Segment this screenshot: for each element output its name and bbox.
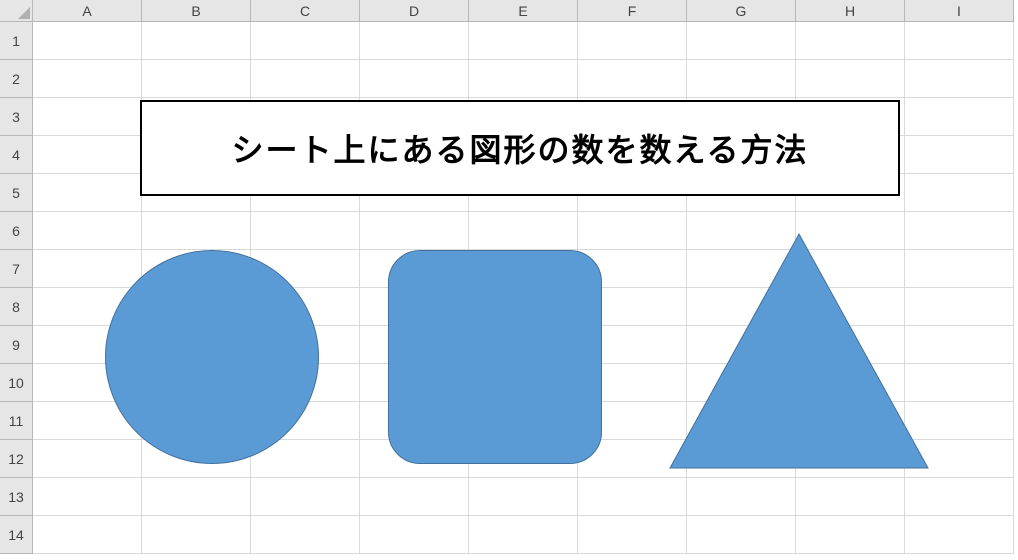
cell[interactable] [33,440,142,478]
cell[interactable] [142,22,251,60]
cell[interactable] [905,174,1014,212]
col-header-D[interactable]: D [360,0,469,22]
cell[interactable] [578,60,687,98]
row-header-1[interactable]: 1 [0,22,33,60]
cell[interactable] [469,212,578,250]
cell[interactable] [33,174,142,212]
cell[interactable] [33,478,142,516]
col-header-A[interactable]: A [33,0,142,22]
table-row [33,478,1018,516]
cell[interactable] [360,60,469,98]
col-header-E[interactable]: E [469,0,578,22]
cell[interactable] [33,212,142,250]
cell[interactable] [905,136,1014,174]
cell[interactable] [687,516,796,554]
cell[interactable] [796,516,905,554]
row-header-4[interactable]: 4 [0,136,33,174]
cell[interactable] [142,516,251,554]
cell[interactable] [33,22,142,60]
cell[interactable] [251,516,360,554]
row-headers: 1 2 3 4 5 6 7 8 9 10 11 12 13 14 [0,22,33,560]
shape-circle[interactable] [105,250,319,464]
row-header-8[interactable]: 8 [0,288,33,326]
row-header-13[interactable]: 13 [0,478,33,516]
cell[interactable] [469,60,578,98]
row-header-2[interactable]: 2 [0,60,33,98]
cell[interactable] [360,478,469,516]
cell[interactable] [687,22,796,60]
cell[interactable] [33,250,142,288]
cell[interactable] [251,212,360,250]
cell[interactable] [469,478,578,516]
cell[interactable] [905,60,1014,98]
cell[interactable] [469,22,578,60]
row-header-14[interactable]: 14 [0,516,33,554]
table-row [33,60,1018,98]
cell[interactable] [142,478,251,516]
cell[interactable] [360,212,469,250]
cell[interactable] [469,516,578,554]
table-row [33,516,1018,554]
cell[interactable] [360,22,469,60]
shape-rounded-rectangle[interactable] [388,250,602,464]
cell[interactable] [578,516,687,554]
triangle-icon [668,232,930,470]
row-header-12[interactable]: 12 [0,440,33,478]
col-header-F[interactable]: F [578,0,687,22]
cell[interactable] [251,478,360,516]
col-header-I[interactable]: I [905,0,1014,22]
row-header-7[interactable]: 7 [0,250,33,288]
cell[interactable] [33,516,142,554]
row-header-9[interactable]: 9 [0,326,33,364]
cell[interactable] [142,212,251,250]
cell[interactable] [796,478,905,516]
cell[interactable] [360,516,469,554]
shape-triangle[interactable] [668,232,930,470]
cell[interactable] [33,136,142,174]
row-header-3[interactable]: 3 [0,98,33,136]
cell[interactable] [33,98,142,136]
cell[interactable] [905,478,1014,516]
table-row [33,22,1018,60]
select-all-corner[interactable] [0,0,33,22]
row-header-6[interactable]: 6 [0,212,33,250]
col-header-H[interactable]: H [796,0,905,22]
cell[interactable] [687,60,796,98]
column-headers: A B C D E F G H I [33,0,1018,22]
cell[interactable] [796,60,905,98]
cell[interactable] [578,22,687,60]
cell[interactable] [905,22,1014,60]
cell[interactable] [578,478,687,516]
cell[interactable] [687,478,796,516]
title-text-box[interactable]: シート上にある図形の数を数える方法 [140,100,900,196]
cell[interactable] [142,60,251,98]
col-header-C[interactable]: C [251,0,360,22]
row-header-5[interactable]: 5 [0,174,33,212]
cell[interactable] [33,60,142,98]
cell[interactable] [251,60,360,98]
col-header-B[interactable]: B [142,0,251,22]
row-header-11[interactable]: 11 [0,402,33,440]
cell[interactable] [796,22,905,60]
cell[interactable] [905,98,1014,136]
title-text: シート上にある図形の数を数える方法 [231,125,808,171]
row-header-10[interactable]: 10 [0,364,33,402]
cell[interactable] [251,22,360,60]
cell[interactable] [905,516,1014,554]
col-header-G[interactable]: G [687,0,796,22]
